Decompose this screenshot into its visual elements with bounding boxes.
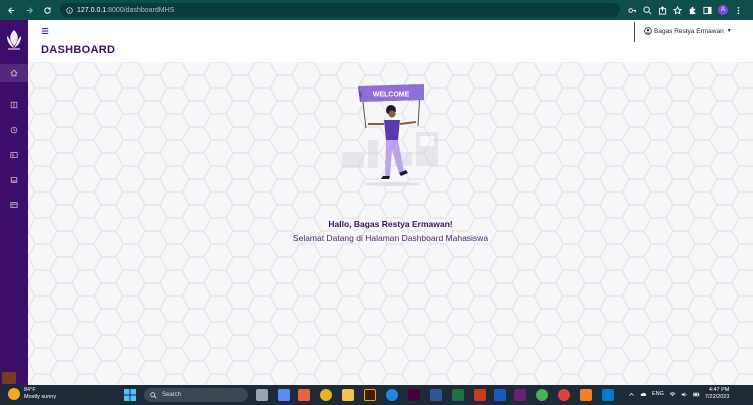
search-icon <box>150 391 157 399</box>
main-content: DASHBOARD Bagas Restya Ermawan ▼ WELCOME <box>28 20 753 385</box>
share-icon[interactable] <box>658 5 667 15</box>
vscode-app-icon[interactable] <box>602 389 614 401</box>
weather-desc: Mostly sunny <box>24 394 57 400</box>
key-icon[interactable] <box>628 6 637 15</box>
language-indicator[interactable]: ENG <box>652 391 664 397</box>
sidebar-item-inbox[interactable] <box>8 175 20 185</box>
clock-icon <box>10 126 18 134</box>
user-menu[interactable]: Bagas Restya Ermawan ▼ <box>644 27 732 35</box>
sidepanel-icon[interactable] <box>703 6 712 15</box>
id-card-icon <box>10 152 18 158</box>
reload-button[interactable] <box>40 3 54 17</box>
more-vert-icon[interactable] <box>734 6 743 15</box>
file-explorer-icon[interactable] <box>342 389 354 401</box>
back-arrow-icon <box>7 6 14 14</box>
media-app-icon[interactable] <box>298 389 310 401</box>
sidebar-footer-thumbnail <box>2 372 16 384</box>
clock-date: 7/22/2023 <box>704 394 730 400</box>
home-icon <box>10 69 18 77</box>
wifi-icon[interactable] <box>669 391 676 398</box>
xd-app-icon[interactable] <box>408 389 420 401</box>
welcome-banner-text: WELCOME <box>373 92 410 99</box>
sidebar-item-books[interactable] <box>8 100 20 110</box>
forward-arrow-icon <box>26 6 33 14</box>
browser-toolbar: 127.0.0.1:8000/dashboardMHS A <box>0 0 753 20</box>
address-bar[interactable]: 127.0.0.1:8000/dashboardMHS <box>60 3 620 17</box>
taskbar-search[interactable]: Search <box>144 388 248 402</box>
volume-icon[interactable] <box>681 391 688 398</box>
search-placeholder: Search <box>162 392 182 398</box>
sidebar-item-payment[interactable] <box>8 200 20 210</box>
powerpoint-app-icon[interactable] <box>474 389 486 401</box>
sidebar-item-history[interactable] <box>8 125 20 135</box>
page-title: DASHBOARD <box>41 44 116 56</box>
welcome-illustration: WELCOME <box>342 84 438 186</box>
forward-button[interactable] <box>22 3 36 17</box>
info-icon <box>66 6 73 14</box>
user-name: Bagas Restya Ermawan <box>654 27 724 35</box>
back-button[interactable] <box>4 3 18 17</box>
excel-app-icon[interactable] <box>452 389 464 401</box>
user-circle-icon <box>644 27 652 35</box>
profile-avatar[interactable]: A <box>718 5 728 15</box>
sun-icon <box>8 388 20 400</box>
url-path: :8000/dashboardMHS <box>106 6 175 14</box>
sidebar <box>0 20 28 385</box>
xampp-app-icon[interactable] <box>580 389 592 401</box>
sidebar-item-home[interactable] <box>0 64 28 82</box>
extensions-icon[interactable] <box>688 6 697 15</box>
clock-time: 4:47 PM <box>708 387 730 393</box>
hamburger-menu-icon[interactable] <box>41 27 49 35</box>
system-tray: ENG 4:47 PM 7/22/2023 <box>628 387 729 401</box>
word-app-icon[interactable] <box>494 389 506 401</box>
card-icon <box>10 202 18 208</box>
book-icon <box>10 101 18 109</box>
clock[interactable]: 4:47 PM 7/22/2023 <box>705 387 729 401</box>
windows-start-icon[interactable] <box>124 389 136 401</box>
zoom-icon[interactable] <box>643 5 652 15</box>
greeting-subtitle: Selamat Datang di Halaman Dashboard Maha… <box>292 233 489 243</box>
edge-app-icon[interactable] <box>386 389 398 401</box>
url-host: 127.0.0.1 <box>77 6 107 14</box>
header-divider <box>634 22 635 42</box>
battery-icon[interactable] <box>693 391 700 398</box>
caret-down-icon: ▼ <box>726 28 732 34</box>
chat-app-icon[interactable] <box>278 389 290 401</box>
reload-icon <box>43 6 51 14</box>
sidebar-item-profile[interactable] <box>8 150 20 160</box>
weather-widget[interactable]: 84°F Mostly sunny <box>8 387 56 401</box>
onedrive-icon[interactable] <box>640 391 647 398</box>
visual-studio-icon[interactable] <box>514 389 526 401</box>
chrome-profile-icon[interactable] <box>536 389 548 401</box>
chevron-up-icon[interactable] <box>628 391 635 398</box>
chrome-profile-2-icon[interactable] <box>558 389 570 401</box>
top-header: DASHBOARD Bagas Restya Ermawan ▼ <box>28 20 753 62</box>
store-app-icon[interactable] <box>430 389 442 401</box>
greeting-heading: Hallo, Bagas Restya Ermawan! <box>328 219 453 229</box>
taskview-app-icon[interactable] <box>256 389 268 401</box>
star-icon[interactable] <box>673 5 682 15</box>
chrome-app-icon[interactable] <box>320 389 332 401</box>
inbox-icon <box>10 177 18 183</box>
leaf-logo-icon[interactable] <box>4 28 24 52</box>
os-taskbar: 84°F Mostly sunny Search ENG 4:47 PM 7/2… <box>0 385 753 405</box>
weather-temp: 84°F <box>24 387 36 393</box>
illustrator-icon[interactable] <box>364 389 376 401</box>
